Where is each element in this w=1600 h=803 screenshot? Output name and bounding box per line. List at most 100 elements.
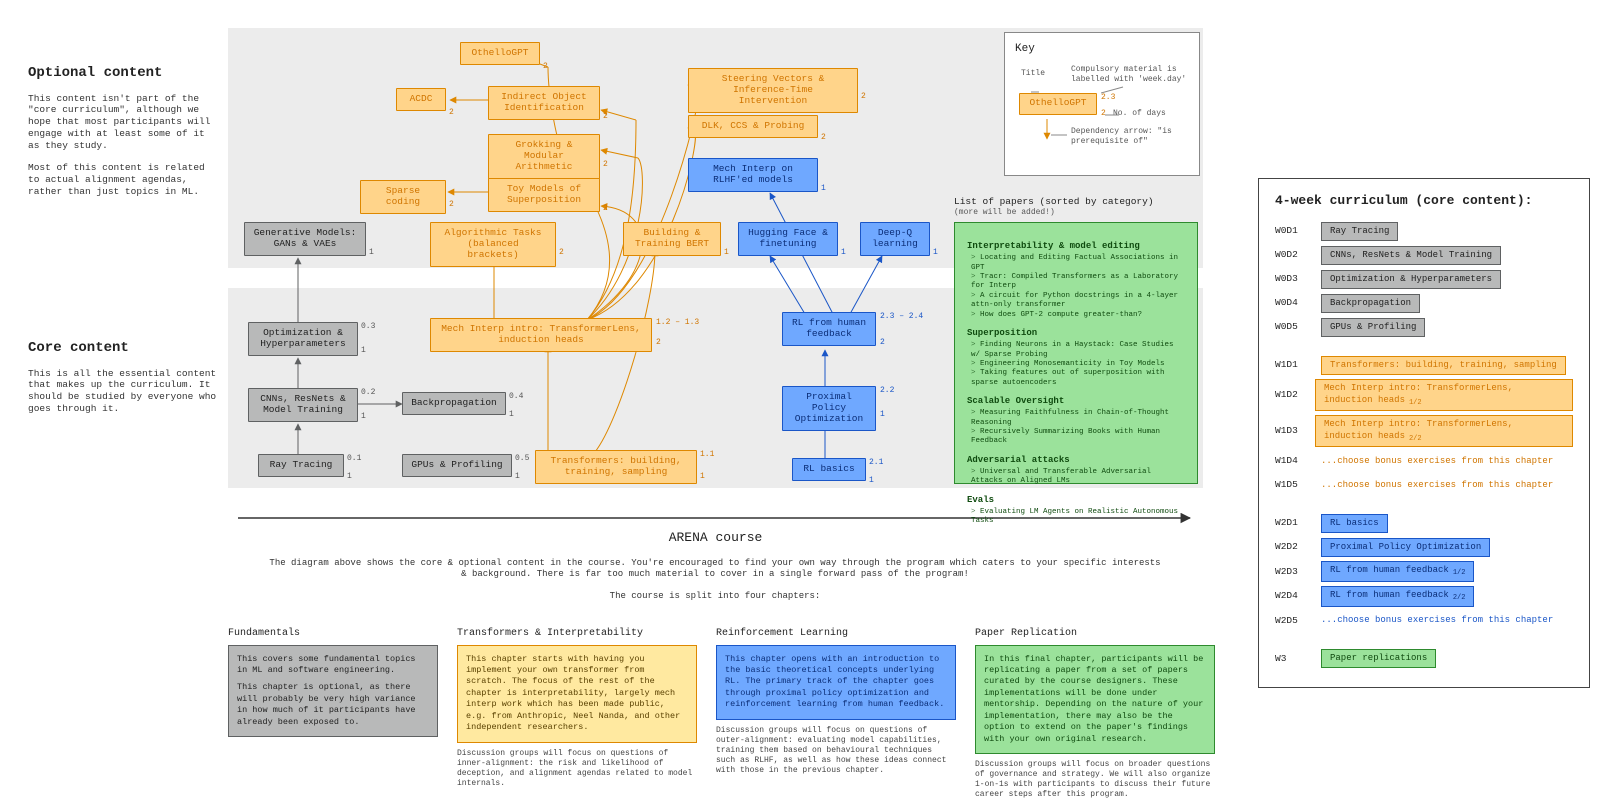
- curriculum-row: W1D4 ...choose bonus exercises from this …: [1275, 451, 1573, 471]
- days: 1: [509, 410, 514, 420]
- node-steering: Steering Vectors & Inference-Time Interv…: [688, 68, 858, 113]
- axis-label: ARENA course: [228, 530, 1203, 546]
- ch-body2: This chapter is optional, as there will …: [237, 682, 429, 728]
- curriculum-rows: W0D1Ray TracingW0D2CNNs, ResNets & Model…: [1275, 221, 1573, 669]
- ch-note: Discussion groups will focus on broader …: [975, 760, 1215, 800]
- curriculum-title: 4-week curriculum (core content):: [1275, 193, 1573, 209]
- paper-category: Evals: [967, 495, 1185, 506]
- week-label: W0D2: [1275, 249, 1309, 261]
- curriculum-row: W2D4RL from human feedback2/2: [1275, 586, 1573, 607]
- curriculum-pill: Paper replications: [1321, 649, 1436, 668]
- curriculum-row: W2D1RL basics: [1275, 513, 1573, 533]
- intro-line1: The diagram above shows the core & optio…: [265, 558, 1165, 581]
- node-backprop: Backpropagation: [402, 392, 506, 415]
- key-title: Key: [1015, 43, 1189, 57]
- week-label: W1D2: [1275, 389, 1303, 401]
- curriculum-ghost: ...choose bonus exercises from this chap…: [1321, 456, 1553, 467]
- week-label: W0D5: [1275, 321, 1309, 333]
- optional-heading: Optional content This content isn't part…: [28, 65, 218, 198]
- curriculum-row: W0D3Optimization & Hyperparameters: [1275, 269, 1573, 289]
- ch-note: Discussion groups will focus on question…: [457, 749, 697, 789]
- intro-text: The diagram above shows the core & optio…: [240, 558, 1190, 602]
- core-heading: Core content This is all the essential c…: [28, 340, 218, 415]
- idx: 0.4: [509, 392, 523, 402]
- optional-para2: Most of this content is related to actua…: [28, 162, 218, 198]
- node-deepq: Deep-Q learning: [860, 222, 930, 256]
- curriculum-row: W1D5...choose bonus exercises from this …: [1275, 475, 1573, 495]
- papers-title: List of papers (sorted by category): [954, 196, 1154, 208]
- node-rlbasics: RL basics: [792, 458, 866, 481]
- lbl: Mech Interp on RLHF'ed models: [697, 164, 809, 186]
- paper-item: Taking features out of superposition wit…: [971, 369, 1185, 388]
- core-para: This is all the essential content that m…: [28, 368, 218, 416]
- days: 1: [347, 472, 352, 482]
- curriculum-pill: Mech Interp intro: TransformerLens, indu…: [1315, 379, 1573, 411]
- lbl: Building & Training BERT: [632, 228, 712, 250]
- node-acdc: ACDC: [396, 88, 446, 111]
- paper-category: Interpretability & model editing: [967, 241, 1185, 252]
- key-box: Key Title Compulsory material is labelle…: [1004, 32, 1200, 176]
- idx: 0.3: [361, 322, 375, 332]
- chapter-fundamentals: Fundamentals This covers some fundamenta…: [228, 628, 438, 737]
- lbl: Mech Interp intro: TransformerLens, indu…: [439, 324, 643, 346]
- lbl: Algorithmic Tasks (balanced brackets): [439, 228, 547, 261]
- lbl: Transformers: building, training, sampli…: [544, 456, 688, 478]
- paper-category: Adversarial attacks: [967, 455, 1185, 466]
- days: 2: [543, 62, 548, 72]
- lbl: OthelloGPT: [471, 48, 528, 59]
- curriculum-ghost: ...choose bonus exercises from this chap…: [1321, 615, 1553, 626]
- idx: 1.2 – 1.3: [656, 318, 699, 328]
- paper-item: Recursively Summarizing Books with Human…: [971, 428, 1185, 447]
- days: 2: [603, 204, 608, 214]
- week-label: W2D2: [1275, 541, 1309, 553]
- node-opthyp: Optimization & Hyperparameters: [248, 322, 358, 356]
- paper-item: How does GPT-2 compute greater-than?: [971, 311, 1185, 320]
- papers-heading: List of papers (sorted by category) (mor…: [954, 196, 1154, 218]
- curriculum-pill: RL basics: [1321, 514, 1388, 533]
- ch-body: This chapter opens with an introduction …: [725, 654, 947, 711]
- page-root: Optional content This content isn't part…: [0, 0, 1600, 803]
- week-label: W0D4: [1275, 297, 1309, 309]
- node-ppo: Proximal Policy Optimization: [782, 386, 876, 431]
- lbl: CNNs, ResNets & Model Training: [257, 394, 349, 416]
- curriculum-pill: Ray Tracing: [1321, 222, 1398, 241]
- idx: 0.2: [361, 388, 375, 398]
- days: 1: [700, 472, 705, 482]
- lbl: Grokking & Modular Arithmetic: [497, 140, 591, 173]
- week-label: W2D4: [1275, 590, 1309, 602]
- key-title-note: Title: [1021, 69, 1045, 79]
- chapter-transformers: Transformers & Interpretability This cha…: [457, 628, 697, 789]
- curriculum-pill: GPUs & Profiling: [1321, 318, 1425, 337]
- week-label: W2D5: [1275, 615, 1309, 627]
- paper-category: Superposition: [967, 328, 1185, 339]
- optional-para1: This content isn't part of the "core cur…: [28, 93, 218, 152]
- curriculum-pill: CNNs, ResNets & Model Training: [1321, 246, 1501, 265]
- week-label: W1D3: [1275, 425, 1303, 437]
- curriculum-row: W2D5 ...choose bonus exercises from this …: [1275, 611, 1573, 631]
- curriculum-row: W1D2 Mech Interp intro: TransformerLens, …: [1275, 379, 1573, 411]
- node-othellogpt: OthelloGPT: [460, 42, 540, 65]
- curriculum-pill: Optimization & Hyperparameters: [1321, 270, 1501, 289]
- week-label: W1D5: [1275, 479, 1309, 491]
- lbl: Hugging Face & finetuning: [747, 228, 829, 250]
- node-genmodels: Generative Models: GANs & VAEs: [244, 222, 366, 256]
- curriculum-pill: Mech Interp intro: TransformerLens, indu…: [1315, 415, 1573, 447]
- days: 2: [559, 248, 564, 258]
- paper-item: Finding Neurons in a Haystack: Case Stud…: [971, 341, 1185, 360]
- days: 1: [869, 476, 874, 486]
- paper-category: Scalable Oversight: [967, 396, 1185, 407]
- curriculum-row: W2D3RL from human feedback1/2: [1275, 561, 1573, 582]
- lbl: Ray Tracing: [270, 460, 333, 471]
- lbl: Sparse coding: [369, 186, 437, 208]
- idx: 2.2: [880, 386, 894, 396]
- ch-title: Reinforcement Learning: [716, 628, 956, 641]
- lbl: DLK, CCS & Probing: [702, 121, 805, 132]
- key-compulsory: Compulsory material is labelled with 'we…: [1071, 65, 1201, 85]
- days: 2: [449, 108, 454, 118]
- curriculum-row: W1D1Transformers: building, training, sa…: [1275, 355, 1573, 375]
- lbl: RL basics: [803, 464, 854, 475]
- lbl: Generative Models: GANs & VAEs: [253, 228, 357, 250]
- node-ioi: Indirect Object Identification: [488, 86, 600, 120]
- week-label: W1D4: [1275, 455, 1309, 467]
- days: 1: [361, 346, 366, 356]
